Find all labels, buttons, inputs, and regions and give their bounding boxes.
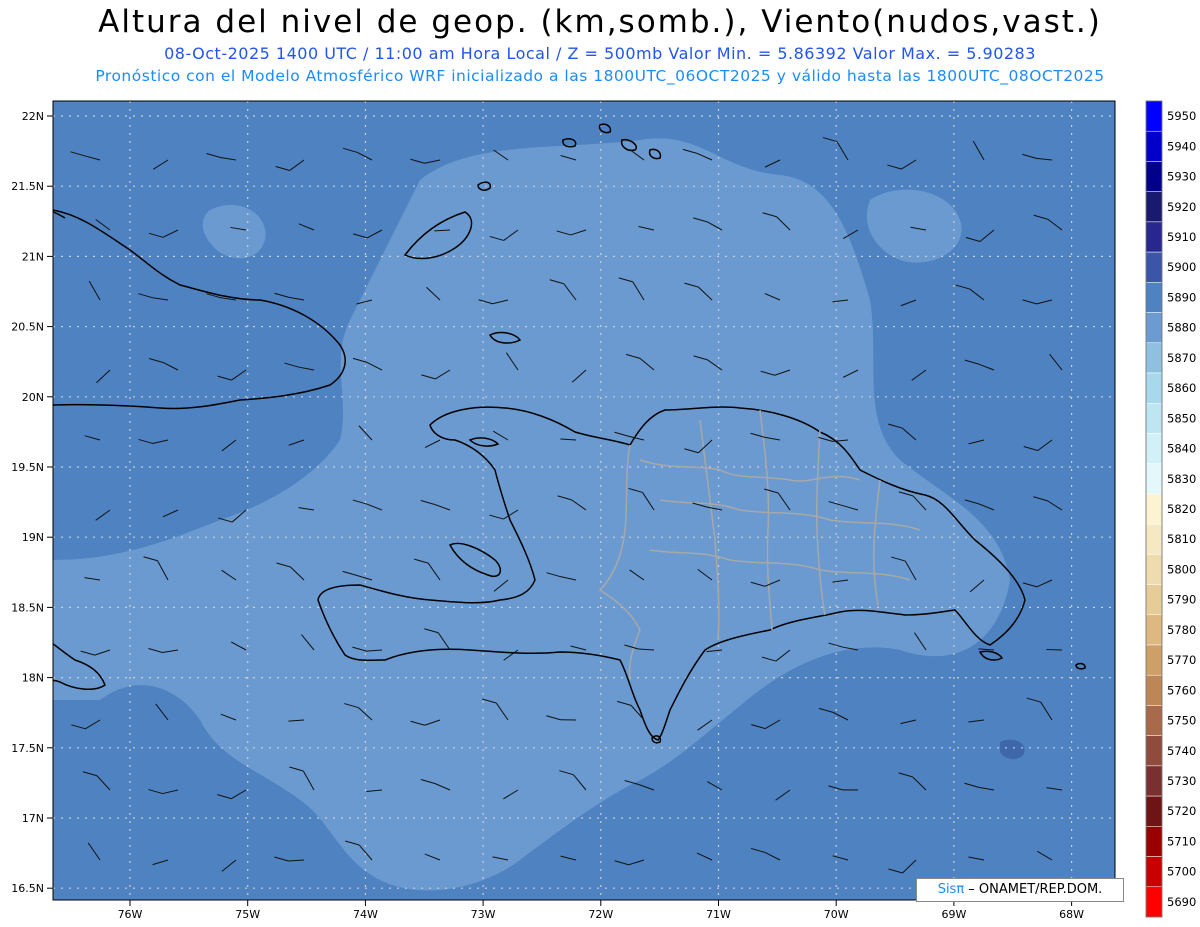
colorbar-swatch: [1145, 251, 1163, 283]
colorbar-swatch: [1145, 433, 1163, 464]
colorbar-swatch: [1145, 221, 1163, 253]
colorbar-swatch: [1145, 493, 1163, 525]
colorbar-swatch: [1145, 826, 1163, 857]
colorbar-swatch: [1145, 795, 1163, 827]
colorbar-swatch: [1145, 463, 1163, 495]
lat-label: 20N: [22, 391, 44, 404]
colorbar-swatch: [1145, 765, 1163, 797]
colorbar-label: 5870: [1167, 351, 1196, 365]
colorbar-swatch: [1145, 282, 1163, 313]
lat-label: 20.5N: [11, 321, 44, 334]
map-plot-area: [53, 101, 1115, 900]
colorbar-swatch: [1145, 312, 1163, 344]
lat-label: 21N: [22, 250, 44, 263]
lon-label: 71W: [706, 908, 731, 921]
wind-barb: [1046, 648, 1063, 651]
lon-label: 70W: [824, 908, 849, 921]
colorbar-label: 5790: [1167, 593, 1196, 607]
colorbar-swatch: [1145, 161, 1163, 192]
colorbar-swatch: [1145, 372, 1163, 404]
lat-label: 19N: [22, 531, 44, 544]
colorbar-swatch: [1145, 342, 1163, 374]
colorbar-swatch: [1145, 523, 1163, 555]
colorbar-label: 5820: [1167, 502, 1196, 516]
colorbar-label: 5770: [1167, 653, 1196, 667]
lon-label: 68W: [1059, 908, 1084, 921]
lat-label: 18.5N: [11, 601, 44, 614]
colorbar-label: 5720: [1167, 804, 1196, 818]
colorbar-label: 5900: [1167, 260, 1196, 274]
colorbar-label: 5950: [1167, 109, 1196, 123]
colorbar-label: 5810: [1167, 532, 1196, 546]
colorbar-swatch: [1145, 584, 1163, 616]
map-canvas: 22N 21.5N 21N 20.5N 20N 19.5N 19N 18.5N 18N 17.5N…: [11, 100, 1196, 921]
colorbar-swatch: [1145, 674, 1163, 706]
latitude-labels: 22N 21.5N 21N 20.5N 20N 19.5N 19N 18.5N 18N 17.5N…: [11, 110, 53, 895]
lat-label: 17N: [22, 812, 44, 825]
colorbar-label: 5750: [1167, 714, 1196, 728]
colorbar-label: 5760: [1167, 683, 1196, 697]
colorbar-swatch: [1145, 856, 1163, 888]
colorbar-swatch: [1145, 130, 1163, 162]
colorbar-label: 5780: [1167, 623, 1196, 637]
lat-label: 17.5N: [11, 742, 44, 755]
sispi-brand: Sisπ: [937, 882, 965, 897]
credit-box: Sisπ – ONAMET/REP.DOM.: [916, 878, 1124, 902]
lon-label: 72W: [588, 908, 613, 921]
lon-label: 69W: [941, 908, 966, 921]
colorbar-label: 5920: [1167, 200, 1196, 214]
colorbar-label: 5730: [1167, 774, 1196, 788]
lat-label: 19.5N: [11, 461, 44, 474]
lon-label: 74W: [353, 908, 378, 921]
colorbar-label: 5940: [1167, 139, 1196, 153]
lat-label: 21.5N: [11, 180, 44, 193]
colorbar-swatch: [1145, 402, 1163, 434]
colorbar-swatch: [1145, 735, 1163, 767]
colorbar-swatch: [1145, 100, 1163, 132]
colorbar-label: 5890: [1167, 290, 1196, 304]
lat-label: 16.5N: [11, 882, 44, 895]
colorbar-label: 5700: [1167, 865, 1196, 879]
colorbar-label: 5710: [1167, 834, 1196, 848]
lon-label: 76W: [118, 908, 143, 921]
lat-label: 18N: [22, 672, 44, 685]
colorbar-label: 5830: [1167, 472, 1196, 486]
colorbar-label: 5850: [1167, 411, 1196, 425]
colorbar-swatch: [1145, 554, 1163, 585]
colorbar-label: 5840: [1167, 442, 1196, 456]
colorbar-legend: 5950 5940 5930 5920 5910 5900 5890 5880 5870 5860…: [1145, 100, 1196, 918]
colorbar-swatch: [1145, 614, 1163, 646]
colorbar-label: 5800: [1167, 562, 1196, 576]
colorbar-swatch: [1145, 705, 1163, 736]
lat-label: 22N: [22, 110, 44, 123]
colorbar-swatch: [1145, 644, 1163, 676]
colorbar-label: 5910: [1167, 230, 1196, 244]
colorbar-label: 5690: [1167, 895, 1196, 909]
colorbar-label: 5740: [1167, 744, 1196, 758]
colorbar-swatch: [1145, 886, 1163, 918]
credit-text: – ONAMET/REP.DOM.: [964, 882, 1103, 897]
lon-label: 73W: [471, 908, 496, 921]
longitude-labels: 76W 75W 74W 73W 72W 71W 70W 69W 68W: [118, 900, 1084, 921]
colorbar-label: 5930: [1167, 170, 1196, 184]
colorbar-swatch: [1145, 191, 1163, 223]
colorbar-label: 5860: [1167, 381, 1196, 395]
colorbar-label: 5880: [1167, 321, 1196, 335]
lon-label: 75W: [235, 908, 260, 921]
